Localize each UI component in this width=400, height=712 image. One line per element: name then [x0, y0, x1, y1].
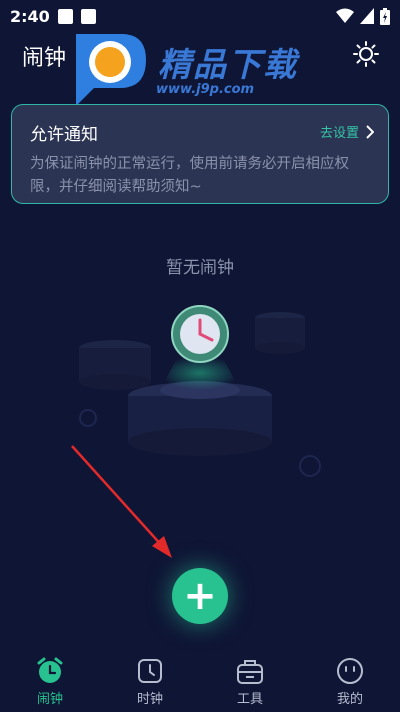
- nav-item-tools[interactable]: 工具: [200, 652, 300, 712]
- nav-label-tools: 工具: [236, 692, 263, 707]
- watermark-logo-icon: [76, 34, 146, 106]
- nav-label-clock: 时钟: [136, 692, 163, 707]
- bottom-navigation: 闹钟 时钟 工具 我的: [0, 652, 400, 712]
- signal-icon: [360, 8, 374, 24]
- brightness-icon[interactable]: [352, 40, 380, 68]
- status-time: 2:40: [10, 6, 50, 26]
- nav-item-profile[interactable]: 我的: [300, 652, 400, 712]
- watermark-text: 精品下载: [158, 45, 298, 84]
- alarm-clock-icon: [37, 657, 63, 683]
- notification-icon: [80, 8, 96, 24]
- wifi-icon: [336, 8, 354, 23]
- add-alarm-button[interactable]: +: [172, 568, 228, 624]
- notice-body: 为保证闹钟的正常运行，使用前请务必开启相应权限，并仔细阅读帮助须知~: [30, 156, 349, 195]
- nav-item-clock[interactable]: 时钟: [100, 652, 200, 712]
- empty-state-text: 暂无闹钟: [166, 258, 234, 278]
- battery-icon: [380, 7, 390, 25]
- watermark-url: www.j9p.com: [156, 82, 255, 97]
- nav-label-profile: 我的: [336, 692, 363, 707]
- nav-item-alarm[interactable]: 闹钟: [0, 652, 100, 712]
- clock-icon: [138, 659, 162, 683]
- notice-title: 允许通知: [30, 125, 98, 145]
- chevron-right-icon: [366, 124, 374, 139]
- notification-permission-card[interactable]: 允许通知 去设置 为保证闹钟的正常运行，使用前请务必开启相应权限，并仔细阅读帮助…: [11, 104, 389, 204]
- smiley-icon: [337, 658, 363, 684]
- go-settings-label: 去设置: [319, 126, 359, 141]
- watermark: 精品下载 www.j9p.com: [66, 26, 326, 110]
- notification-icon: [57, 8, 73, 24]
- page-title: 闹钟: [22, 46, 67, 71]
- empty-alarm-illustration: [79, 305, 321, 477]
- toolbox-icon: [237, 660, 263, 684]
- nav-label-alarm: 闹钟: [36, 692, 63, 707]
- go-settings-link[interactable]: 去设置: [320, 122, 374, 141]
